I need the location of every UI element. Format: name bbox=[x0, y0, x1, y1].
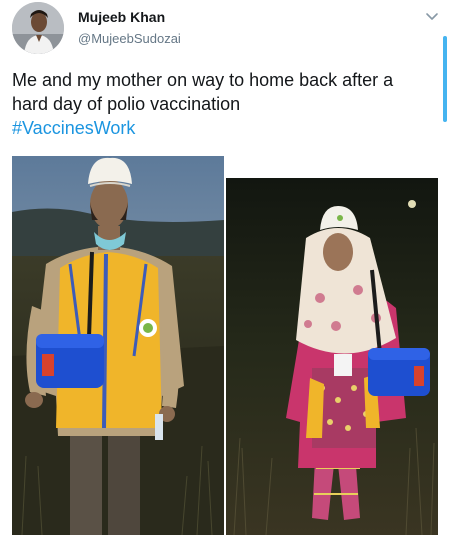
author-name[interactable]: Mujeeb Khan bbox=[78, 9, 165, 25]
tweet-text-line: hard day of polio vaccination bbox=[12, 94, 241, 114]
author-handle[interactable]: @MujeebSudozai bbox=[78, 31, 181, 46]
photo-mother-image bbox=[226, 178, 438, 535]
scrollbar[interactable] bbox=[443, 36, 447, 122]
photo-man-image bbox=[12, 156, 224, 535]
tweet-card: Mujeeb Khan @MujeebSudozai Me and my mot… bbox=[0, 0, 450, 535]
chevron-down-icon[interactable] bbox=[424, 8, 440, 24]
hashtag-link[interactable]: #VaccinesWork bbox=[12, 116, 430, 140]
tweet-text: Me and my mother on way to home back aft… bbox=[12, 68, 430, 140]
author-avatar[interactable] bbox=[12, 2, 64, 54]
user-avatar-icon bbox=[12, 2, 64, 54]
photo-man-vaccinator[interactable] bbox=[12, 156, 224, 535]
photo-mother-vaccinator[interactable] bbox=[226, 178, 438, 535]
tweet-text-line: Me and my mother on way to home back aft… bbox=[12, 70, 394, 90]
